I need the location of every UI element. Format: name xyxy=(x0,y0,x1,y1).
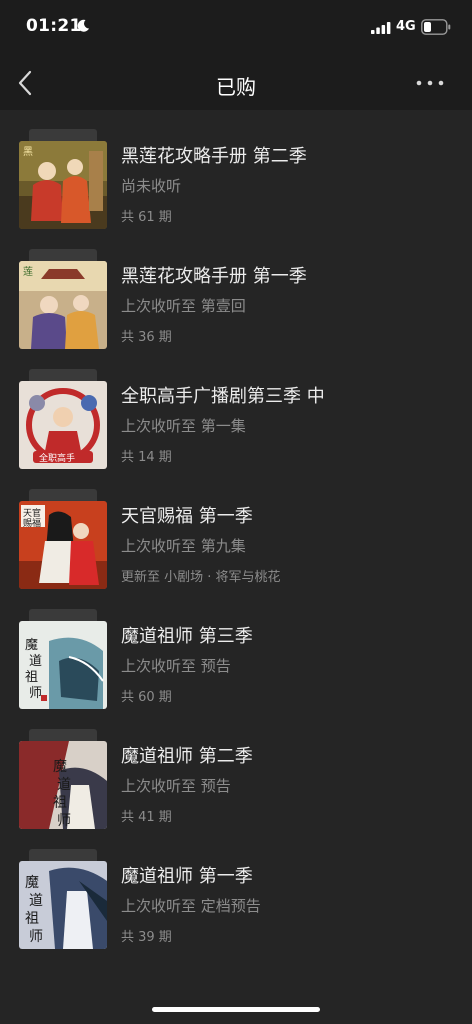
svg-text:祖: 祖 xyxy=(25,670,38,685)
cover: 全职高手 xyxy=(19,369,107,469)
list-item[interactable]: 魔 道 祖 师 魔道祖师 第二季 上次收听至 预告 共 41 期 xyxy=(0,710,472,830)
svg-text:师: 师 xyxy=(57,813,71,829)
svg-text:黑: 黑 xyxy=(23,146,33,158)
status-time: 01:21 xyxy=(26,16,82,36)
svg-text:莲: 莲 xyxy=(23,266,33,278)
network-label: 4G xyxy=(396,19,416,34)
list-item[interactable]: 魔 道 祖 师 魔道祖师 第一季 上次收听至 定档预告 共 39 期 xyxy=(0,830,472,950)
cover-image: 魔 道 祖 师 xyxy=(19,741,107,829)
signal-icon xyxy=(371,22,391,34)
item-progress: 上次收听至 定档预告 xyxy=(121,897,261,915)
item-title: 魔道祖师 第三季 xyxy=(121,626,253,647)
cover-image: 魔 道 祖 师 xyxy=(19,621,107,709)
item-count: 共 41 期 xyxy=(121,810,172,825)
item-title: 天官赐福 第一季 xyxy=(121,506,253,527)
nav-bar: 已购 xyxy=(0,56,472,110)
cover: 魔 道 祖 师 xyxy=(19,609,107,709)
item-title: 魔道祖师 第二季 xyxy=(121,746,253,767)
item-progress: 上次收听至 第壹回 xyxy=(121,297,246,315)
item-count: 共 61 期 xyxy=(121,210,172,225)
svg-text:祖: 祖 xyxy=(25,911,39,927)
page-title: 已购 xyxy=(216,75,256,99)
cover: 莲 xyxy=(19,249,107,349)
cover: 魔 道 祖 师 xyxy=(19,729,107,829)
list-item[interactable]: 莲 黑莲花攻略手册 第一季 上次收听至 第壹回 共 36 期 xyxy=(0,230,472,350)
svg-text:全职高手: 全职高手 xyxy=(39,452,75,464)
svg-text:赐福: 赐福 xyxy=(23,517,41,529)
svg-text:师: 师 xyxy=(29,686,42,701)
cover: 魔 道 祖 师 xyxy=(19,849,107,949)
purchased-page: 01:21 4G 已购 黑 黑莲花攻略手册 第二季 尚未收听 共 61 期 莲 … xyxy=(0,0,472,1024)
svg-text:魔: 魔 xyxy=(25,638,38,653)
item-progress: 上次收听至 预告 xyxy=(121,777,231,795)
item-count: 共 60 期 xyxy=(121,690,172,705)
moon-icon xyxy=(77,19,89,32)
list-item[interactable]: 黑 黑莲花攻略手册 第二季 尚未收听 共 61 期 xyxy=(0,110,472,230)
svg-text:天官: 天官 xyxy=(23,507,41,519)
cover: 天官 赐福 xyxy=(19,489,107,589)
cover-image: 黑 xyxy=(19,141,107,229)
item-progress: 上次收听至 第一集 xyxy=(121,417,246,435)
cover-image: 全职高手 xyxy=(19,381,107,469)
item-progress: 尚未收听 xyxy=(121,177,182,195)
svg-text:道: 道 xyxy=(29,654,42,669)
status-bar: 01:21 4G xyxy=(0,0,472,56)
svg-text:道: 道 xyxy=(29,893,43,909)
cover-image: 天官 赐福 xyxy=(19,501,107,589)
cover-image: 魔 道 祖 师 xyxy=(19,861,107,949)
list-item[interactable]: 天官 赐福 天官赐福 第一季 上次收听至 第九集 更新至 小剧场 · 将军与桃花 xyxy=(0,470,472,590)
item-count: 共 36 期 xyxy=(121,330,172,345)
home-indicator[interactable] xyxy=(152,1007,320,1012)
list-item[interactable]: 魔 道 祖 师 魔道祖师 第三季 上次收听至 预告 共 60 期 xyxy=(0,590,472,710)
svg-text:魔: 魔 xyxy=(53,759,67,775)
svg-text:魔: 魔 xyxy=(25,875,39,891)
item-count: 共 39 期 xyxy=(121,930,172,945)
battery-icon xyxy=(421,19,451,35)
svg-text:师: 师 xyxy=(29,929,43,945)
item-count: 共 14 期 xyxy=(121,450,172,465)
item-count: 更新至 小剧场 · 将军与桃花 xyxy=(121,570,281,585)
list-item[interactable]: 全职高手 全职高手广播剧第三季 中 上次收听至 第一集 共 14 期 xyxy=(0,350,472,470)
item-title: 黑莲花攻略手册 第一季 xyxy=(121,266,307,287)
item-progress: 上次收听至 预告 xyxy=(121,657,231,675)
cover: 黑 xyxy=(19,129,107,229)
item-title: 黑莲花攻略手册 第二季 xyxy=(121,146,307,167)
item-progress: 上次收听至 第九集 xyxy=(121,537,246,555)
cover-image: 莲 xyxy=(19,261,107,349)
item-title: 魔道祖师 第一季 xyxy=(121,866,253,887)
item-title: 全职高手广播剧第三季 中 xyxy=(121,386,325,407)
more-dots-icon[interactable] xyxy=(412,70,448,96)
svg-text:道: 道 xyxy=(57,777,71,793)
svg-text:祖: 祖 xyxy=(53,795,67,811)
